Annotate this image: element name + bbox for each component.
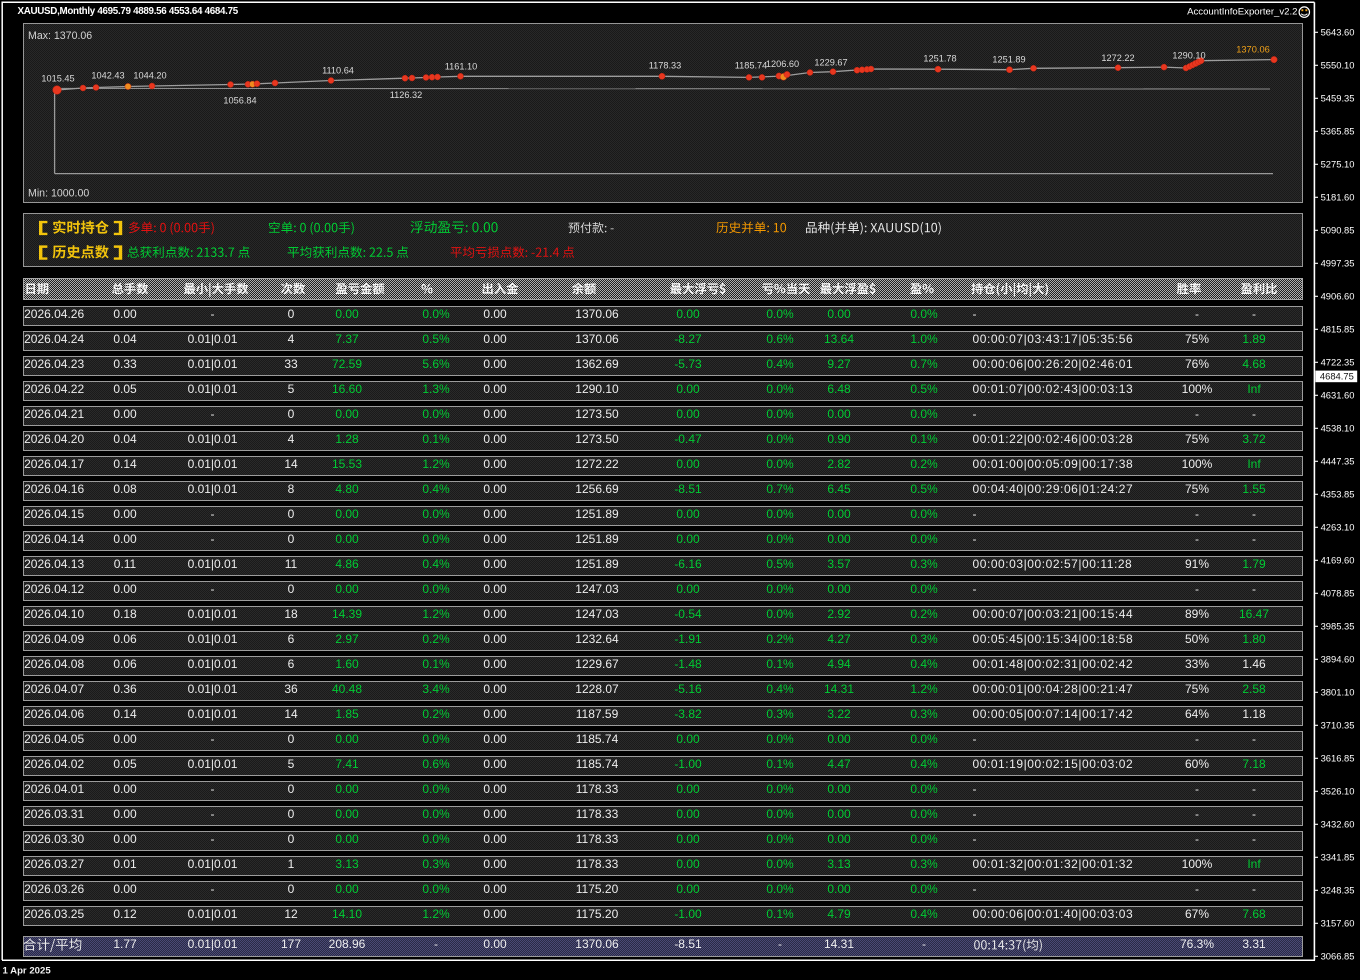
- svg-text:4906.60: 4906.60: [1321, 291, 1355, 302]
- svg-text:4631.60: 4631.60: [1321, 390, 1355, 401]
- svg-text:5181.60: 5181.60: [1321, 192, 1355, 203]
- svg-text:4815.85: 4815.85: [1321, 324, 1355, 335]
- svg-text:3432.60: 3432.60: [1321, 819, 1355, 830]
- svg-text:3066.85: 3066.85: [1321, 951, 1355, 962]
- svg-text:5459.35: 5459.35: [1321, 93, 1355, 104]
- svg-text:3616.85: 3616.85: [1321, 753, 1355, 764]
- svg-text:5550.10: 5550.10: [1321, 60, 1355, 71]
- svg-text:3341.85: 3341.85: [1321, 852, 1355, 863]
- svg-text:4538.10: 4538.10: [1321, 423, 1355, 434]
- svg-text:3894.60: 3894.60: [1321, 654, 1355, 665]
- svg-text:4353.85: 4353.85: [1321, 489, 1355, 500]
- svg-text:AccountInfoExporter_v2.2: AccountInfoExporter_v2.2: [1187, 6, 1297, 17]
- svg-text:4263.10: 4263.10: [1321, 522, 1355, 533]
- svg-text:3157.60: 3157.60: [1321, 918, 1355, 929]
- svg-text:4997.35: 4997.35: [1321, 258, 1355, 269]
- svg-text:5275.10: 5275.10: [1321, 159, 1355, 170]
- svg-text:4684.75: 4684.75: [1320, 371, 1354, 382]
- svg-text:4722.35: 4722.35: [1321, 357, 1355, 368]
- svg-text:5643.60: 5643.60: [1321, 27, 1355, 38]
- svg-text:XAUUSD,Monthly 4695.79 4889.5: XAUUSD,Monthly 4695.79 4889.56 4553.64 4…: [18, 6, 239, 17]
- svg-text:4169.60: 4169.60: [1321, 555, 1355, 566]
- svg-text:1 Apr 2025: 1 Apr 2025: [3, 965, 52, 976]
- svg-text:5090.85: 5090.85: [1321, 225, 1355, 236]
- svg-text:5365.85: 5365.85: [1321, 126, 1355, 137]
- svg-text:3710.35: 3710.35: [1321, 720, 1355, 731]
- svg-text:4078.85: 4078.85: [1321, 588, 1355, 599]
- svg-text:4447.35: 4447.35: [1321, 456, 1355, 467]
- svg-text:3526.10: 3526.10: [1321, 786, 1355, 797]
- svg-text:3801.10: 3801.10: [1321, 687, 1355, 698]
- svg-text:3248.35: 3248.35: [1321, 885, 1355, 896]
- svg-text:3985.35: 3985.35: [1321, 621, 1355, 632]
